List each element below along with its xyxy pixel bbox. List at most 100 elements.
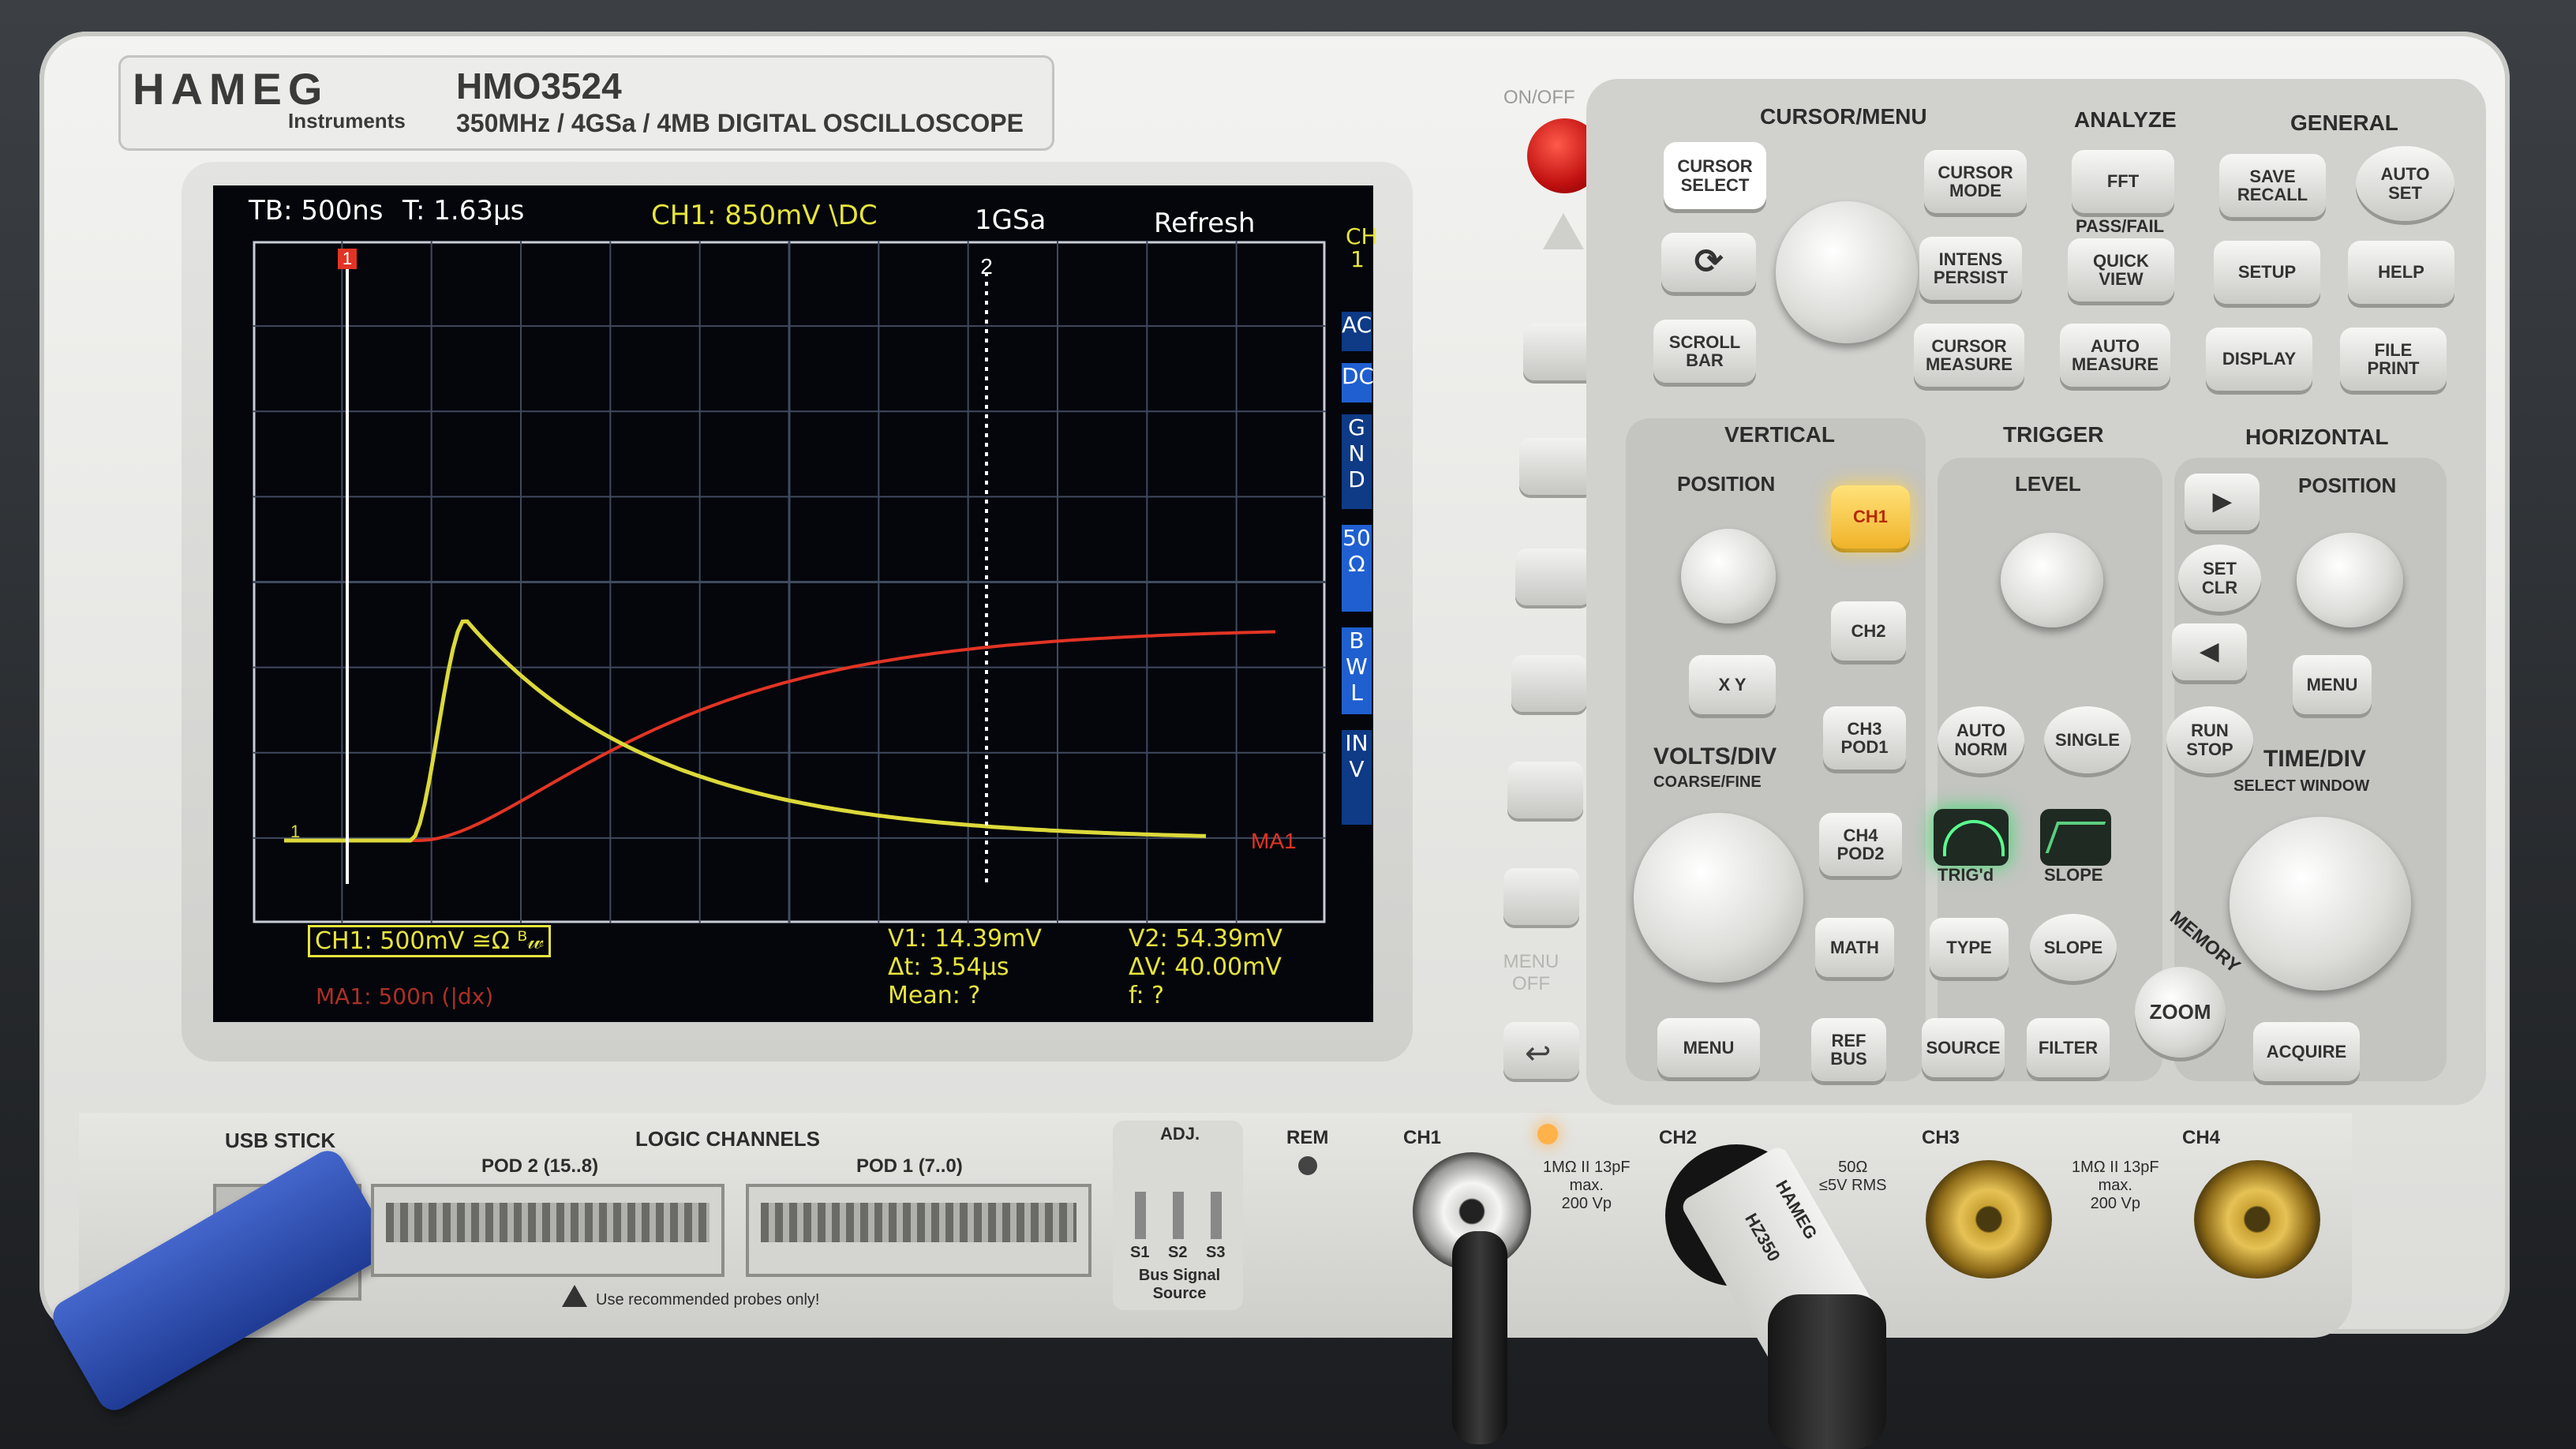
pod2-label: POD 2 (15..8) (481, 1155, 599, 1177)
setup-key[interactable]: SETUP (2214, 241, 2320, 304)
trigger-readout: CH1: 850mV \DC (651, 200, 878, 231)
probe-warning-label: Use recommended probes only! (596, 1291, 820, 1309)
ch1-probe-cable (1452, 1231, 1507, 1444)
rem-label: REM (1286, 1127, 1329, 1148)
pod1-label: POD 1 (7..0) (856, 1155, 963, 1177)
sample-rate-readout: 1GSa (975, 204, 1046, 236)
universal-knob[interactable] (1776, 201, 1918, 343)
volts-div-label: VOLTS/DIV (1653, 743, 1777, 769)
cursor-dt-readout: Δt: 3.54µs (888, 953, 1009, 981)
vertical-header: VERTICAL (1724, 422, 1835, 447)
time-div-knob[interactable] (2230, 817, 2411, 990)
rotate-icon: ⟳ (1694, 242, 1724, 282)
ch2-key[interactable]: CH2 (1831, 601, 1906, 661)
softkey-2[interactable] (1519, 438, 1595, 495)
trigger-slope-key[interactable]: SLOPE (2030, 914, 2117, 981)
horizontal-left-key[interactable]: ◀ (2172, 623, 2247, 680)
trigger-source-key[interactable]: SOURCE (1922, 1018, 2005, 1077)
s2-label: S2 (1168, 1244, 1188, 1261)
side-tab-ac[interactable]: AC (1342, 312, 1372, 351)
ch3-bnc-connector[interactable] (1926, 1160, 2052, 1279)
side-tab-gnd[interactable]: GND (1342, 414, 1372, 509)
auto-norm-key[interactable]: AUTO NORM (1938, 706, 2024, 773)
power-label: ON/OFF (1503, 87, 1575, 108)
adj-pin-s3[interactable] (1211, 1192, 1222, 1239)
single-key[interactable]: SINGLE (2044, 706, 2131, 773)
horizontal-position-label: POSITION (2298, 474, 2397, 497)
waveform-graticule: 1 2 1 MA1 (253, 241, 1326, 923)
cursor-select-key[interactable]: CURSOR SELECT (1664, 142, 1766, 209)
ref-bus-key[interactable]: REF BUS (1811, 1018, 1886, 1081)
ch4-pod2-key[interactable]: CH4 POD2 (1819, 813, 1902, 876)
vertical-menu-key[interactable]: MENU (1657, 1018, 1760, 1077)
trigger-type-key[interactable]: TYPE (1930, 918, 2009, 977)
s3-label: S3 (1206, 1244, 1226, 1261)
ch3-pod1-key[interactable]: CH3 POD1 (1823, 706, 1906, 769)
fft-key[interactable]: FFT (2072, 150, 2174, 213)
ch1-ground-marker: 1 (290, 822, 300, 841)
side-tab-50ohm[interactable]: 50 Ω (1342, 525, 1372, 612)
softkey-6[interactable] (1503, 868, 1579, 925)
side-channel-label: CH 1 (1346, 223, 1378, 273)
s1-label: S1 (1130, 1244, 1150, 1261)
run-stop-key[interactable]: RUN STOP (2166, 706, 2253, 773)
analyze-header: ANALYZE (2074, 107, 2177, 132)
acquire-key[interactable]: ACQUIRE (2253, 1022, 2360, 1081)
model-spec: 350MHz / 4GSa / 4MB DIGITAL OSCILLOSCOPE (456, 109, 1024, 137)
cursor-v2-readout: V2: 54.39mV (1129, 925, 1282, 953)
display-key[interactable]: DISPLAY (2206, 328, 2312, 391)
softkey-5[interactable] (1507, 762, 1583, 818)
softkey-4[interactable] (1511, 655, 1587, 712)
vertical-position-knob[interactable] (1681, 529, 1776, 623)
cursor-measure-key[interactable]: CURSOR MEASURE (1914, 324, 2024, 387)
pod1-connector[interactable] (746, 1184, 1091, 1277)
ch2-input-spec: 50Ω ≤5V RMS (1819, 1159, 1887, 1194)
set-clr-key[interactable]: SET CLR (2178, 545, 2261, 612)
ch1-active-led (1537, 1124, 1558, 1144)
ch1-input-spec: 1MΩ II 13pF max. 200 Vp (1543, 1159, 1631, 1212)
help-key[interactable]: HELP (2348, 241, 2454, 304)
horizontal-position-knob[interactable] (2297, 533, 2403, 627)
ch2-input-label: CH2 (1659, 1127, 1698, 1148)
ch3-input-spec: 1MΩ II 13pF max. 200 Vp (2072, 1159, 2159, 1212)
horizontal-right-key[interactable]: ▶ (2185, 474, 2260, 530)
math-key[interactable]: MATH (1815, 918, 1894, 977)
side-tab-inv[interactable]: INV (1342, 730, 1372, 825)
ch4-bnc-connector[interactable] (2194, 1160, 2320, 1279)
zoom-knob[interactable]: ZOOM (2135, 967, 2226, 1058)
trigger-level-knob[interactable] (2001, 533, 2103, 627)
scroll-bar-key[interactable]: SCROLL BAR (1653, 320, 1756, 383)
xy-key[interactable]: X Y (1689, 655, 1776, 714)
save-recall-key[interactable]: SAVE RECALL (2219, 154, 2326, 217)
cursor-2-label: 2 (980, 254, 993, 279)
intens-persist-key[interactable]: INTENS PERSIST (1919, 237, 2022, 300)
cursor-1-label: 1 (343, 249, 352, 268)
cursor-mode-key[interactable]: CURSOR MODE (1924, 150, 2027, 213)
trigger-header: TRIGGER (2003, 422, 2104, 447)
ch1-scale-readout: CH1: 500mV ≅Ω ᴮ𝓌 (308, 925, 552, 957)
ch4-input-label: CH4 (2182, 1127, 2221, 1148)
brand-logo: HAMEG (133, 64, 329, 114)
horizontal-menu-key[interactable]: MENU (2293, 655, 2372, 714)
volts-div-knob[interactable] (1634, 813, 1803, 983)
bus-signal-label: Bus Signal Source (1138, 1267, 1221, 1302)
side-tab-bwl[interactable]: BWL (1342, 627, 1372, 714)
pod2-connector[interactable] (371, 1184, 724, 1277)
trigger-filter-key[interactable]: FILTER (2027, 1018, 2110, 1077)
slope-indicator (2040, 809, 2111, 866)
ch1-key[interactable]: CH1 (1831, 485, 1910, 549)
logic-channels-label: LOGIC CHANNELS (635, 1127, 820, 1151)
quick-view-key[interactable]: QUICK VIEW (2068, 238, 2174, 301)
auto-set-key[interactable]: AUTO SET (2356, 146, 2454, 221)
adj-pin-s2[interactable] (1173, 1192, 1184, 1239)
auto-measure-key[interactable]: AUTO MEASURE (2060, 324, 2170, 387)
side-tab-dc[interactable]: DC (1342, 363, 1374, 402)
cursor-rotate-key[interactable]: ⟳ (1661, 233, 1756, 292)
ma1-trace-tag: MA1 (1251, 829, 1297, 853)
ch2-probe-cable (1768, 1294, 1886, 1449)
file-print-key[interactable]: FILE PRINT (2340, 328, 2447, 391)
model-number: HMO3524 (456, 66, 622, 107)
adj-pin-s1[interactable] (1135, 1192, 1146, 1239)
pod2-pins (386, 1203, 710, 1242)
softkey-3[interactable] (1515, 549, 1591, 605)
